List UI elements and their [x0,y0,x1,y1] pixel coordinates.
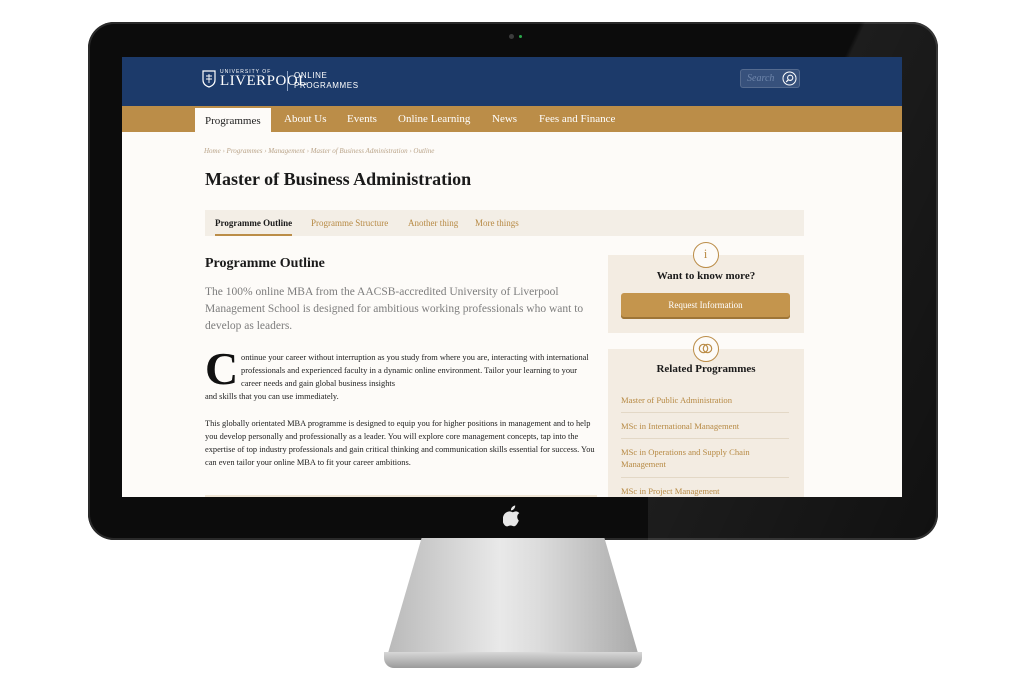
camera [509,34,514,39]
nav-item-events[interactable]: Events [347,106,377,132]
related-item-public-administration[interactable]: Master of Public Administration [621,394,789,406]
nav-item-news[interactable]: News [492,106,517,132]
search-placeholder: Search [747,73,775,84]
nav-item-online-learning[interactable]: Online Learning [398,106,470,132]
related-item-international-management[interactable]: MSc in International Management [621,420,789,432]
search-icon[interactable] [782,71,797,86]
monitor-stand-base [384,652,642,668]
drop-cap: C [205,343,239,394]
want-to-know-title: Want to know more? [656,270,756,282]
info-icon: i [693,242,719,268]
tab-another-thing[interactable]: Another thing [408,210,458,236]
main-nav: Programmes About Us Events Online Learni… [122,106,902,132]
body-paragraph-1-end: and skills that you can use immediately. [205,392,339,401]
related-divider [621,412,789,413]
crest-icon [202,70,216,88]
lead-paragraph: The 100% online MBA from the AACSB-accre… [205,286,584,332]
tab-programme-structure[interactable]: Programme Structure [311,210,388,236]
breadcrumb[interactable]: Home › Programmes › Management › Master … [204,147,434,155]
page-title: Master of Business Administration [205,169,472,189]
nav-item-programmes[interactable]: Programmes [195,108,271,132]
logo-divider [287,71,288,91]
related-programmes-title: Related Programmes [656,363,756,375]
related-divider [621,438,789,439]
camera-led [519,35,522,38]
body-paragraph-2: This globally orientated MBA programme i… [205,419,595,467]
monitor-stand [386,538,640,660]
nav-item-fees-and-finance[interactable]: Fees and Finance [539,106,615,132]
related-item-operations-supply-chain[interactable]: MSc in Operations and Supply Chain Manag… [621,446,789,470]
section-tabs: Programme Outline Programme Structure An… [205,210,804,236]
tab-more-things[interactable]: More things [475,210,519,236]
logo-subtitle: ONLINE PROGRAMMES [294,71,359,90]
rings-icon [693,336,719,362]
section-heading: Programme Outline [205,256,325,271]
browser-screen: UNIVERSITY OF LIVERPOOL ONLINE PROGRAMME… [122,57,902,497]
request-information-button[interactable]: Request Information [621,293,790,319]
body-paragraph-1: ontinue your career without interruption… [241,353,589,388]
related-item-project-management[interactable]: MSc in Project Management [621,485,789,497]
tab-programme-outline[interactable]: Programme Outline [215,210,293,236]
site-header: UNIVERSITY OF LIVERPOOL ONLINE PROGRAMME… [122,57,902,106]
related-divider [621,477,789,478]
search-input[interactable]: Search [740,69,800,88]
nav-item-about-us[interactable]: About Us [284,106,326,132]
content-divider [205,495,597,497]
info-glyph: i [703,246,708,261]
apple-logo-icon [503,505,520,527]
